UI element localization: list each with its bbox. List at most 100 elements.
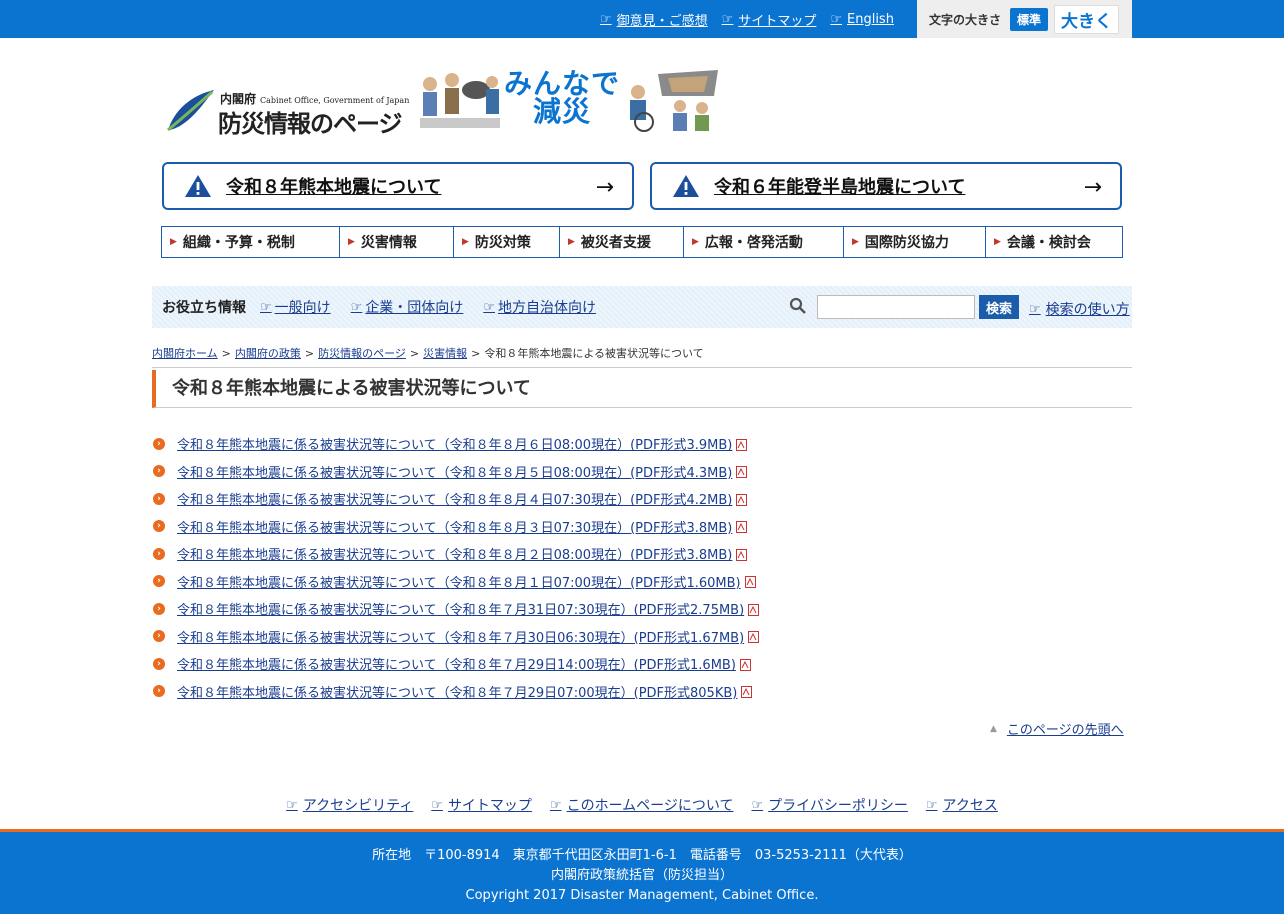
- pdf-icon: [741, 686, 753, 699]
- document-link[interactable]: 令和８年熊本地震に係る被害状況等について（令和８年８月４日07:30現在）(PD…: [177, 489, 732, 508]
- breadcrumb-policy[interactable]: 内閣府の政策: [235, 347, 301, 360]
- list-item: › 令和８年熊本地震に係る被害状況等について（令和８年８月２日08:00現在）(P…: [153, 540, 853, 568]
- bullet-arrow-icon: ›: [153, 437, 165, 450]
- triangle-right-icon: ▶: [170, 237, 177, 247]
- document-link[interactable]: 令和８年熊本地震に係る被害状況等について（令和８年８月５日08:00現在）(PD…: [177, 462, 732, 481]
- gnav-item-label: 会議・検討会: [1006, 235, 1091, 251]
- site-logo[interactable]: 内閣府 Cabinet Office, Government of Japan 防…: [166, 66, 726, 138]
- breadcrumb-separator: >: [221, 347, 231, 360]
- useful-link-label: 一般向け: [274, 300, 331, 316]
- gnav-item-label: 広報・啓発活動: [704, 235, 803, 251]
- top-bar: ☞ 御意見・ご感想 ☞ サイトマップ ☞ English 文字の大きさ 標準 大きく: [0, 0, 1284, 38]
- arrow-right-icon: →: [1083, 175, 1102, 200]
- bullet-arrow-icon: ›: [153, 492, 165, 505]
- document-link[interactable]: 令和８年熊本地震に係る被害状況等について（令和８年８月２日08:00現在）(PD…: [177, 544, 732, 563]
- breadcrumb-disaster-info[interactable]: 災害情報: [423, 347, 467, 360]
- search-input[interactable]: [817, 295, 975, 319]
- footer-link-sitemap[interactable]: ☞ サイトマップ: [431, 795, 532, 815]
- bullet-arrow-icon: ›: [153, 575, 165, 588]
- pdf-icon: [736, 466, 748, 479]
- sitemap-link-label: サイトマップ: [738, 13, 817, 29]
- footer-link-label: このホームページについて: [566, 798, 734, 814]
- feedback-link[interactable]: ☞ 御意見・ご感想: [600, 10, 708, 29]
- useful-link-general[interactable]: ☞ 一般向け: [260, 297, 331, 317]
- gnav-item-international[interactable]: ▶ 国際防災協力: [844, 227, 986, 257]
- footer-link-access[interactable]: ☞ アクセス: [926, 795, 998, 815]
- pointing-hand-icon: ☞: [751, 797, 764, 813]
- pointing-hand-icon: ☞: [721, 11, 734, 27]
- list-item: › 令和８年熊本地震に係る被害状況等について（令和８年７月29日14:00現在）(…: [153, 650, 853, 678]
- bullet-arrow-icon: ›: [153, 465, 165, 478]
- search-help-label: 検索の使い方: [1045, 302, 1130, 318]
- useful-link-local-gov[interactable]: ☞ 地方自治体向け: [483, 297, 596, 317]
- footer-link-label: アクセシビリティ: [302, 798, 414, 814]
- alert-kumamoto-link[interactable]: 令和８年熊本地震について: [226, 173, 441, 199]
- gnav-item-victim-support[interactable]: ▶ 被災者支援: [560, 227, 684, 257]
- gnav-item-label: 被災者支援: [580, 235, 651, 251]
- document-link[interactable]: 令和８年熊本地震に係る被害状況等について（令和８年８月１日07:00現在）(PD…: [177, 572, 741, 591]
- document-link[interactable]: 令和８年熊本地震に係る被害状況等について（令和８年７月30日06:30現在）(P…: [177, 627, 744, 646]
- breadcrumb-home[interactable]: 内閣府ホーム: [152, 347, 218, 360]
- gnav-item-label: 防災対策: [474, 235, 531, 251]
- list-item: › 令和８年熊本地震に係る被害状況等について（令和８年８月６日08:00現在）(P…: [153, 430, 853, 458]
- feedback-link-label: 御意見・ご感想: [616, 13, 708, 29]
- footer-address: 所在地 〒100-8914 東京都千代田区永田町1-6-1 電話番号 03-52…: [372, 848, 912, 863]
- breadcrumb-bousai[interactable]: 防災情報のページ: [318, 347, 406, 360]
- pointing-hand-icon: ☞: [483, 299, 495, 315]
- document-link[interactable]: 令和８年熊本地震に係る被害状況等について（令和８年８月３日07:30現在）(PD…: [177, 517, 732, 536]
- footer-link-label: プライバシーポリシー: [768, 798, 908, 814]
- pdf-icon: [748, 631, 760, 644]
- gnav-item-label: 組織・予算・税制: [182, 235, 295, 251]
- triangle-right-icon: ▶: [994, 237, 1001, 247]
- pointing-hand-icon: ☞: [431, 797, 443, 813]
- search-button[interactable]: 検索: [979, 295, 1019, 319]
- footer-dept: 内閣府政策統括官（防災担当）: [550, 868, 733, 883]
- logo-site-title: 防災情報のページ: [218, 110, 403, 138]
- list-item: › 令和８年熊本地震に係る被害状況等について（令和８年７月30日06:30現在）(…: [153, 623, 853, 651]
- gnav-item-disaster-info[interactable]: ▶ 災害情報: [340, 227, 454, 257]
- gnav-item-pr[interactable]: ▶ 広報・啓発活動: [684, 227, 844, 257]
- sitemap-link[interactable]: ☞ サイトマップ: [722, 10, 817, 29]
- footer-link-accessibility[interactable]: ☞ アクセシビリティ: [286, 795, 413, 815]
- alert-noto[interactable]: 令和６年能登半島地震について →: [650, 162, 1122, 210]
- font-size-switcher: 文字の大きさ 標準 大きく: [917, 0, 1132, 38]
- footer-link-about[interactable]: ☞ このホームページについて: [550, 795, 734, 815]
- site-footer: 所在地 〒100-8914 東京都千代田区永田町1-6-1 電話番号 03-52…: [0, 829, 1284, 914]
- slogan-line1: みんなで: [504, 67, 621, 100]
- gnav-item-prevention[interactable]: ▶ 防災対策: [454, 227, 560, 257]
- list-item: › 令和８年熊本地震に係る被害状況等について（令和８年８月４日07:30現在）(P…: [153, 485, 853, 513]
- pointing-hand-icon: ☞: [600, 11, 612, 27]
- slogan-line2: 減災: [533, 95, 592, 128]
- pointing-hand-icon: ☞: [286, 797, 298, 813]
- gnav-item-label: 国際防災協力: [864, 235, 949, 251]
- useful-info-label: お役立ち情報: [162, 300, 246, 316]
- document-link[interactable]: 令和８年熊本地震に係る被害状況等について（令和８年８月６日08:00現在）(PD…: [177, 434, 732, 453]
- gnav-item-meetings[interactable]: ▶ 会議・検討会: [986, 227, 1122, 257]
- footer-link-label: アクセス: [942, 798, 998, 814]
- alert-kumamoto[interactable]: 令和８年熊本地震について →: [162, 162, 634, 210]
- footer-copyright: Copyright 2017 Disaster Management, Cabi…: [465, 888, 819, 903]
- useful-link-business[interactable]: ☞ 企業・団体向け: [351, 297, 464, 317]
- english-link[interactable]: ☞ English: [830, 12, 894, 27]
- document-link[interactable]: 令和８年熊本地震に係る被害状況等について（令和８年７月31日07:30現在）(P…: [177, 599, 744, 618]
- pointing-hand-icon: ☞: [925, 797, 938, 813]
- breadcrumb: 内閣府ホーム > 内閣府の政策 > 防災情報のページ > 災害情報 > 令和８年熊本地震による被…: [152, 345, 1132, 368]
- gnav-item-organization[interactable]: ▶ 組織・予算・税制: [162, 227, 340, 257]
- english-link-label: English: [847, 11, 894, 27]
- footer-link-label: サイトマップ: [447, 798, 532, 814]
- back-to-top-link[interactable]: このページの先頭へ: [1007, 719, 1124, 738]
- font-size-large-button[interactable]: 大きく: [1054, 4, 1120, 34]
- gnav-item-label: 災害情報: [360, 235, 417, 251]
- triangle-right-icon: ▶: [852, 237, 859, 247]
- search-help-link[interactable]: ☞ 検索の使い方: [1029, 299, 1130, 319]
- warning-icon: [673, 175, 699, 197]
- pointing-hand-icon: ☞: [1029, 301, 1041, 317]
- font-size-standard-button[interactable]: 標準: [1010, 7, 1049, 31]
- people-illustration: [416, 66, 506, 134]
- breadcrumb-current: 令和８年熊本地震による被害状況等について: [484, 347, 704, 360]
- footer-link-privacy[interactable]: ☞ プライバシーポリシー: [751, 795, 907, 815]
- alert-noto-link[interactable]: 令和６年能登半島地震について: [714, 173, 965, 199]
- document-link[interactable]: 令和８年熊本地震に係る被害状況等について（令和８年７月29日07:00現在）(P…: [177, 682, 737, 701]
- bullet-arrow-icon: ›: [153, 602, 165, 615]
- document-link[interactable]: 令和８年熊本地震に係る被害状況等について（令和８年７月29日14:00現在）(P…: [177, 654, 736, 673]
